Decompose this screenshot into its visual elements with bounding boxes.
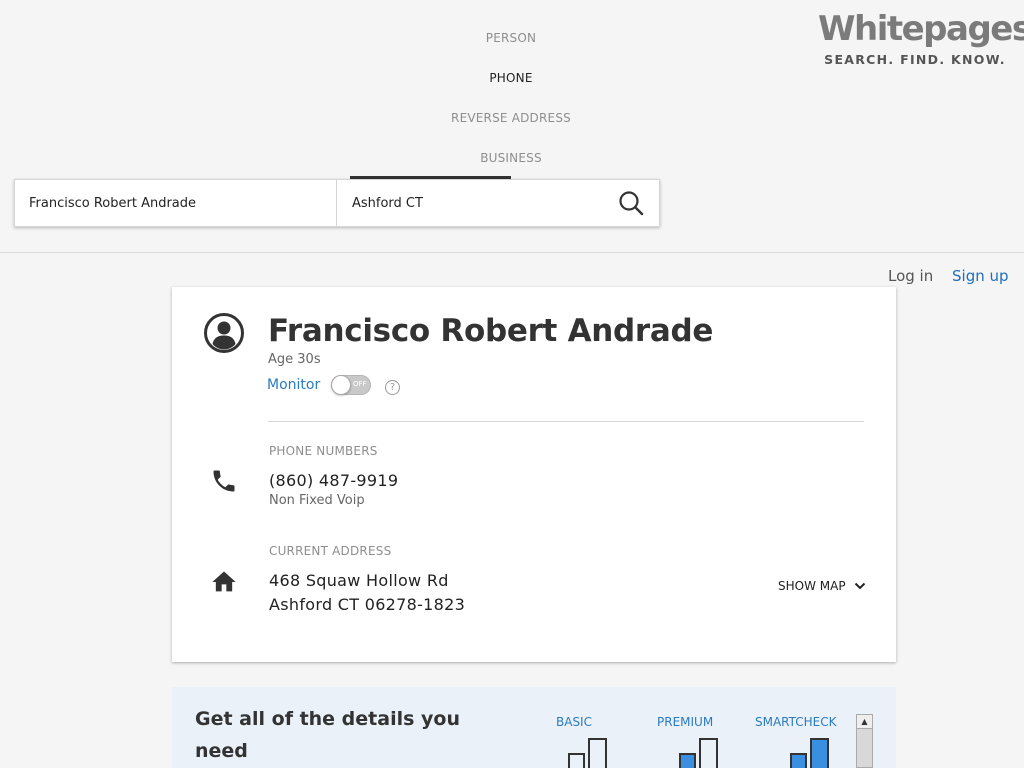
plan-basic[interactable]: BASIC — [556, 715, 592, 729]
monitor-link[interactable]: Monitor — [267, 377, 320, 393]
phone-number[interactable]: (860) 487-9919 — [269, 471, 398, 490]
phone-type: Non Fixed Voip — [269, 493, 365, 508]
address-line-2[interactable]: Ashford CT 06278-1823 — [269, 595, 465, 614]
plan-smartcheck-bar-short — [790, 753, 807, 768]
search-icon — [618, 191, 643, 216]
tab-person[interactable]: PERSON — [410, 31, 612, 45]
login-link[interactable]: Log in — [888, 267, 933, 285]
name-search-input[interactable] — [15, 180, 337, 226]
chevron-down-icon — [854, 582, 865, 590]
search-button[interactable] — [602, 180, 659, 226]
tab-business[interactable]: BUSINESS — [410, 151, 612, 165]
location-search-input[interactable] — [337, 180, 602, 226]
tab-reverse-address[interactable]: REVERSE ADDRESS — [410, 111, 612, 125]
show-map-button[interactable]: SHOW MAP — [778, 579, 866, 593]
plan-premium[interactable]: PREMIUM — [657, 715, 713, 729]
plans-promo: Get all of the details you need BASIC PR… — [172, 687, 896, 768]
plan-smartcheck-bar-tall — [810, 738, 829, 768]
plan-basic-bar-tall — [588, 738, 607, 768]
search-bar — [14, 179, 660, 227]
plan-premium-bar-tall — [699, 738, 718, 768]
plan-basic-bar-short — [568, 753, 585, 768]
promo-title: Get all of the details you need — [195, 708, 460, 762]
address-line-1[interactable]: 468 Squaw Hollow Rd — [269, 571, 449, 590]
card-divider — [268, 421, 864, 422]
person-result-card: Francisco Robert Andrade Age 30s Monitor… — [172, 287, 896, 662]
plan-premium-bar-short — [679, 753, 696, 768]
phone-icon — [213, 470, 235, 492]
whitepages-logo[interactable]: Whitepages SEARCH. FIND. KNOW. — [818, 8, 1024, 67]
show-map-label: SHOW MAP — [778, 579, 846, 593]
logo-word: Whitepages — [818, 9, 1024, 49]
logo-tagline: SEARCH. FIND. KNOW. — [824, 52, 1006, 67]
current-address-label: CURRENT ADDRESS — [269, 544, 392, 558]
signup-link[interactable]: Sign up — [952, 267, 1009, 285]
scroll-up-arrow-icon[interactable]: ▲ — [857, 715, 872, 729]
promo-scrollbar[interactable]: ▲ — [856, 714, 873, 768]
monitor-toggle[interactable]: OFF — [331, 375, 371, 395]
tab-phone[interactable]: PHONE — [410, 71, 612, 85]
header-divider — [0, 252, 1024, 253]
toggle-knob — [331, 375, 351, 395]
home-icon — [212, 571, 236, 592]
toggle-state-text: OFF — [353, 380, 367, 388]
person-name: Francisco Robert Andrade — [268, 313, 714, 349]
plan-smartcheck[interactable]: SMARTCHECK — [755, 715, 837, 729]
person-age: Age 30s — [268, 352, 321, 367]
avatar-icon — [204, 313, 244, 353]
phone-numbers-label: PHONE NUMBERS — [269, 444, 378, 458]
help-icon[interactable]: ? — [385, 380, 400, 395]
